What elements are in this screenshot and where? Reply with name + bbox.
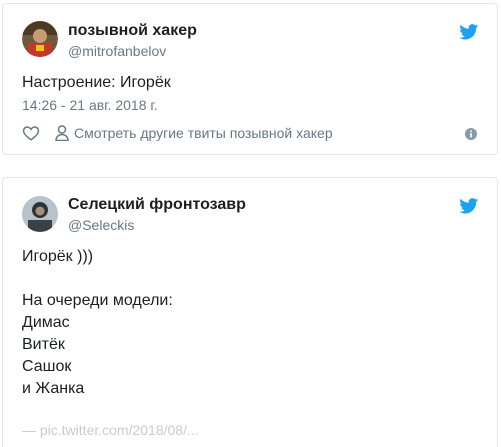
tweet-footer-line: — pic.twitter.com/2018/08/... — [22, 422, 199, 438]
tweet-actions: Смотреть другие твиты позывной хакер — [22, 122, 333, 144]
twitter-bird-icon[interactable] — [459, 24, 479, 40]
author-handle[interactable]: @Seleckis — [68, 217, 134, 233]
avatar[interactable] — [22, 21, 58, 57]
tweet-text: Игорёк ))) На очереди модели: Димас Витё… — [22, 248, 173, 397]
avatar[interactable] — [22, 196, 58, 232]
heart-icon[interactable] — [22, 124, 40, 142]
twitter-bird-icon[interactable] — [459, 198, 479, 214]
tweet-timestamp[interactable]: 14:26 - 21 авг. 2018 г. — [22, 97, 158, 113]
info-icon[interactable] — [465, 128, 477, 140]
author-name[interactable]: позывной хакер — [68, 22, 197, 40]
author-name[interactable]: Селецкий фронтозавр — [68, 196, 246, 214]
author-handle[interactable]: @mitrofanbelov — [68, 43, 166, 59]
tweet-card: Селецкий фронтозавр @Seleckis Игорёк )))… — [2, 177, 498, 447]
more-tweets-link[interactable]: Смотреть другие твиты позывной хакер — [74, 125, 333, 141]
tweet-card: позывной хакер @mitrofanbelov Настроение… — [2, 3, 498, 155]
tweet-text: Настроение: Игорёк — [22, 74, 171, 91]
person-icon — [55, 125, 69, 141]
